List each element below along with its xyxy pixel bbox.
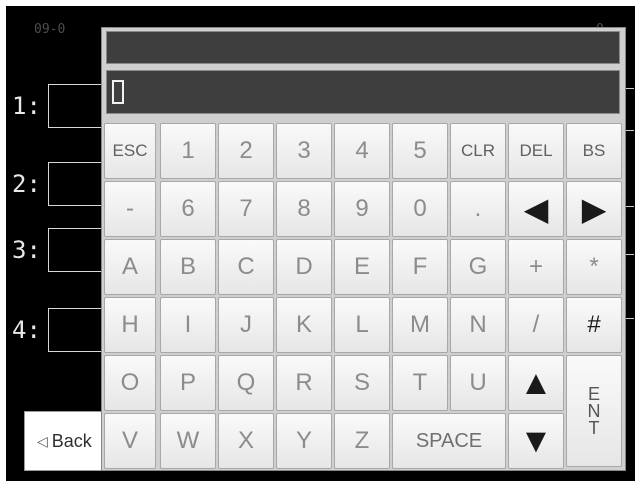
key-t[interactable]: T <box>392 355 448 411</box>
key-b[interactable]: B <box>160 239 216 295</box>
key-1[interactable]: 1 <box>160 123 216 179</box>
key-s[interactable]: S <box>334 355 390 411</box>
key-r[interactable]: R <box>276 355 332 411</box>
key-z[interactable]: Z <box>334 413 390 469</box>
key-9[interactable]: 9 <box>334 181 390 237</box>
row-label-2: 2: <box>12 170 41 198</box>
row-2-field[interactable] <box>48 162 108 206</box>
right-field-edge <box>626 254 634 255</box>
key-up[interactable]: ▲ <box>508 355 564 411</box>
key-plus[interactable]: + <box>508 239 564 295</box>
key-6[interactable]: 6 <box>160 181 216 237</box>
key-dot[interactable]: . <box>450 181 506 237</box>
right-field-edge <box>626 88 634 89</box>
right-field-edge <box>626 130 634 131</box>
right-field-edge <box>626 206 634 207</box>
key-clr[interactable]: CLR <box>450 123 506 179</box>
key-j[interactable]: J <box>218 297 274 353</box>
row-1-field[interactable] <box>48 84 108 128</box>
key-right[interactable]: ▶ <box>566 181 622 237</box>
back-button-label: Back <box>51 430 92 451</box>
key-g[interactable]: G <box>450 239 506 295</box>
key-n[interactable]: N <box>450 297 506 353</box>
key-space[interactable]: SPACE <box>392 413 506 469</box>
key-m[interactable]: M <box>392 297 448 353</box>
header-left-text: 09-0 <box>34 22 66 37</box>
key-5[interactable]: 5 <box>392 123 448 179</box>
key-8[interactable]: 8 <box>276 181 332 237</box>
up-arrow-icon: ▲ <box>519 364 553 402</box>
keypad-input-field[interactable] <box>106 70 620 114</box>
row-4-field[interactable] <box>48 308 108 352</box>
key-o[interactable]: O <box>104 355 156 411</box>
key-u[interactable]: U <box>450 355 506 411</box>
key-4[interactable]: 4 <box>334 123 390 179</box>
key-esc[interactable]: ESC <box>104 123 156 179</box>
key-w[interactable]: W <box>160 413 216 469</box>
key-slash[interactable]: / <box>508 297 564 353</box>
keypad-title-bar <box>106 31 620 64</box>
row-label-4: 4: <box>12 316 41 344</box>
back-arrow-icon: ◁ <box>37 432 48 449</box>
key-7[interactable]: 7 <box>218 181 274 237</box>
row-3-field[interactable] <box>48 228 108 272</box>
key-x[interactable]: X <box>218 413 274 469</box>
key-c[interactable]: C <box>218 239 274 295</box>
right-field-edge <box>626 318 634 319</box>
key-left[interactable]: ◀ <box>508 181 564 237</box>
left-arrow-icon: ◀ <box>523 191 549 227</box>
key-f[interactable]: F <box>392 239 448 295</box>
text-cursor <box>112 80 124 104</box>
key-del[interactable]: DEL <box>508 123 564 179</box>
right-arrow-icon: ▶ <box>581 191 607 227</box>
key-d[interactable]: D <box>276 239 332 295</box>
key-2[interactable]: 2 <box>218 123 274 179</box>
key-h[interactable]: H <box>104 297 156 353</box>
key-enter[interactable]: E N T <box>566 355 622 467</box>
down-arrow-icon: ▼ <box>519 422 553 460</box>
row-label-1: 1: <box>12 92 41 120</box>
key-a[interactable]: A <box>104 239 156 295</box>
key-down[interactable]: ▼ <box>508 413 564 469</box>
key-e[interactable]: E <box>334 239 390 295</box>
ent-letter-n: N <box>587 400 601 421</box>
key-l[interactable]: L <box>334 297 390 353</box>
key-y[interactable]: Y <box>276 413 332 469</box>
key-hash[interactable]: # <box>566 297 622 353</box>
key-asterisk[interactable]: * <box>566 239 622 295</box>
key-0[interactable]: 0 <box>392 181 448 237</box>
key-k[interactable]: K <box>276 297 332 353</box>
row-label-3: 3: <box>12 236 41 264</box>
key-3[interactable]: 3 <box>276 123 332 179</box>
key-i[interactable]: I <box>160 297 216 353</box>
key-bs[interactable]: BS <box>566 123 622 179</box>
key-p[interactable]: P <box>160 355 216 411</box>
key-v[interactable]: V <box>104 413 156 469</box>
ent-letter-e: E <box>587 383 600 404</box>
key-minus[interactable]: - <box>104 181 156 237</box>
key-q[interactable]: Q <box>218 355 274 411</box>
ent-letter-t: T <box>588 417 600 438</box>
